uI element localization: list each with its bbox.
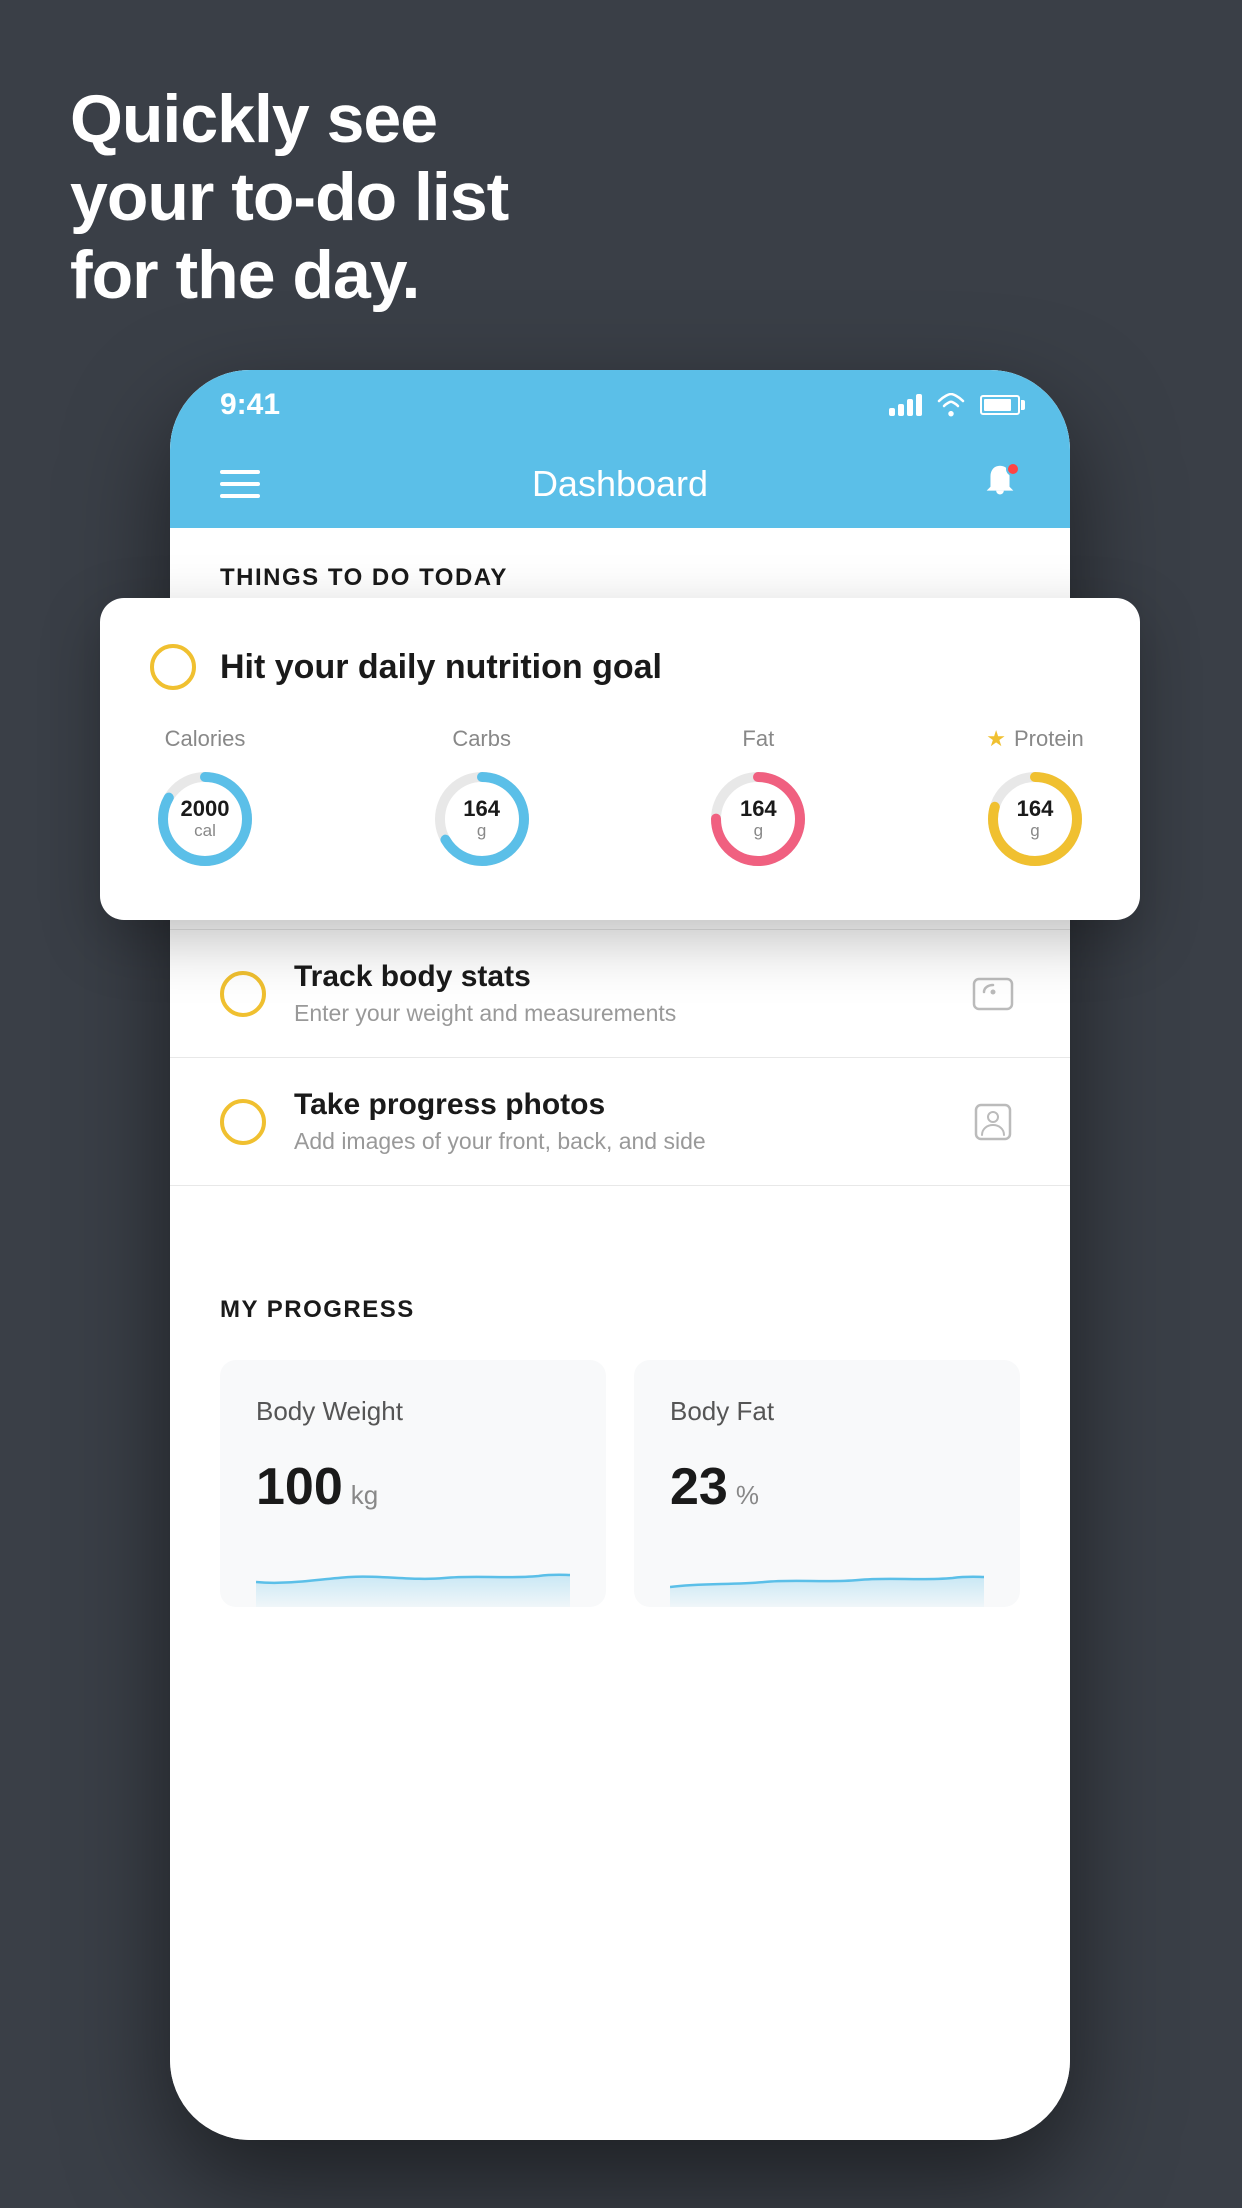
progress-section: MY PROGRESS Body Weight 100 kg	[170, 1246, 1070, 1607]
fat-value: 164 g	[740, 797, 777, 841]
body-fat-card: Body Fat 23 %	[634, 1360, 1020, 1607]
protein-label: ★ Protein	[986, 726, 1083, 752]
nav-bar: Dashboard	[170, 440, 1070, 528]
star-icon: ★	[986, 726, 1006, 752]
todo-item-photos[interactable]: Take progress photos Add images of your …	[170, 1058, 1070, 1186]
floating-card: Hit your daily nutrition goal Calories 2…	[100, 598, 1140, 920]
headline-line1: Quickly see	[70, 80, 508, 158]
fat-donut: 164 g	[703, 764, 813, 874]
fat-label: Fat	[742, 726, 774, 752]
body-weight-chart	[256, 1547, 570, 1607]
carbs-value: 164 g	[463, 797, 500, 841]
todo-info-photos: Take progress photos Add images of your …	[294, 1088, 938, 1155]
body-weight-title: Body Weight	[256, 1396, 570, 1427]
goal-calories: Calories 2000 cal	[150, 726, 260, 874]
goal-fat: Fat 164 g	[703, 726, 813, 874]
body-fat-value-row: 23 %	[670, 1457, 984, 1517]
card-circle-radio	[150, 644, 196, 690]
progress-header: MY PROGRESS	[220, 1296, 1020, 1324]
body-weight-value-row: 100 kg	[256, 1457, 570, 1517]
calories-label: Calories	[165, 726, 246, 752]
body-weight-value: 100	[256, 1457, 343, 1517]
signal-icon	[889, 394, 922, 416]
todo-subtitle-stats: Enter your weight and measurements	[294, 1000, 938, 1027]
body-fat-value: 23	[670, 1457, 728, 1517]
status-time: 9:41	[220, 388, 280, 422]
protein-donut: 164 g	[980, 764, 1090, 874]
carbs-donut: 164 g	[427, 764, 537, 874]
headline-line3: for the day.	[70, 236, 508, 314]
goal-carbs: Carbs 164 g	[427, 726, 537, 874]
nav-title: Dashboard	[532, 463, 708, 505]
todo-circle-stats	[220, 971, 266, 1017]
nutrition-goals: Calories 2000 cal Carbs	[150, 726, 1090, 874]
todo-info-stats: Track body stats Enter your weight and m…	[294, 960, 938, 1027]
status-icons	[889, 393, 1020, 417]
hamburger-menu[interactable]	[220, 470, 260, 498]
card-title-row: Hit your daily nutrition goal	[150, 644, 1090, 690]
card-main-title: Hit your daily nutrition goal	[220, 648, 662, 687]
calories-donut: 2000 cal	[150, 764, 260, 874]
goal-protein: ★ Protein 164 g	[980, 726, 1090, 874]
todo-item-body-stats[interactable]: Track body stats Enter your weight and m…	[170, 930, 1070, 1058]
body-weight-unit: kg	[351, 1480, 378, 1511]
todo-title-stats: Track body stats	[294, 960, 938, 994]
body-fat-chart	[670, 1547, 984, 1607]
scale-icon	[966, 967, 1020, 1021]
protein-value: 164 g	[1017, 797, 1054, 841]
body-fat-unit: %	[736, 1480, 759, 1511]
body-weight-card: Body Weight 100 kg	[220, 1360, 606, 1607]
todo-circle-photos	[220, 1099, 266, 1145]
battery-icon	[980, 395, 1020, 415]
bell-button[interactable]	[980, 462, 1020, 506]
headline: Quickly see your to-do list for the day.	[70, 80, 508, 315]
calories-value: 2000 cal	[181, 797, 230, 841]
body-fat-title: Body Fat	[670, 1396, 984, 1427]
person-icon	[966, 1095, 1020, 1149]
carbs-label: Carbs	[452, 726, 511, 752]
status-bar: 9:41	[170, 370, 1070, 440]
todo-title-photos: Take progress photos	[294, 1088, 938, 1122]
wifi-icon	[936, 393, 966, 417]
todo-subtitle-photos: Add images of your front, back, and side	[294, 1128, 938, 1155]
progress-cards: Body Weight 100 kg	[220, 1360, 1020, 1607]
headline-line2: your to-do list	[70, 158, 508, 236]
